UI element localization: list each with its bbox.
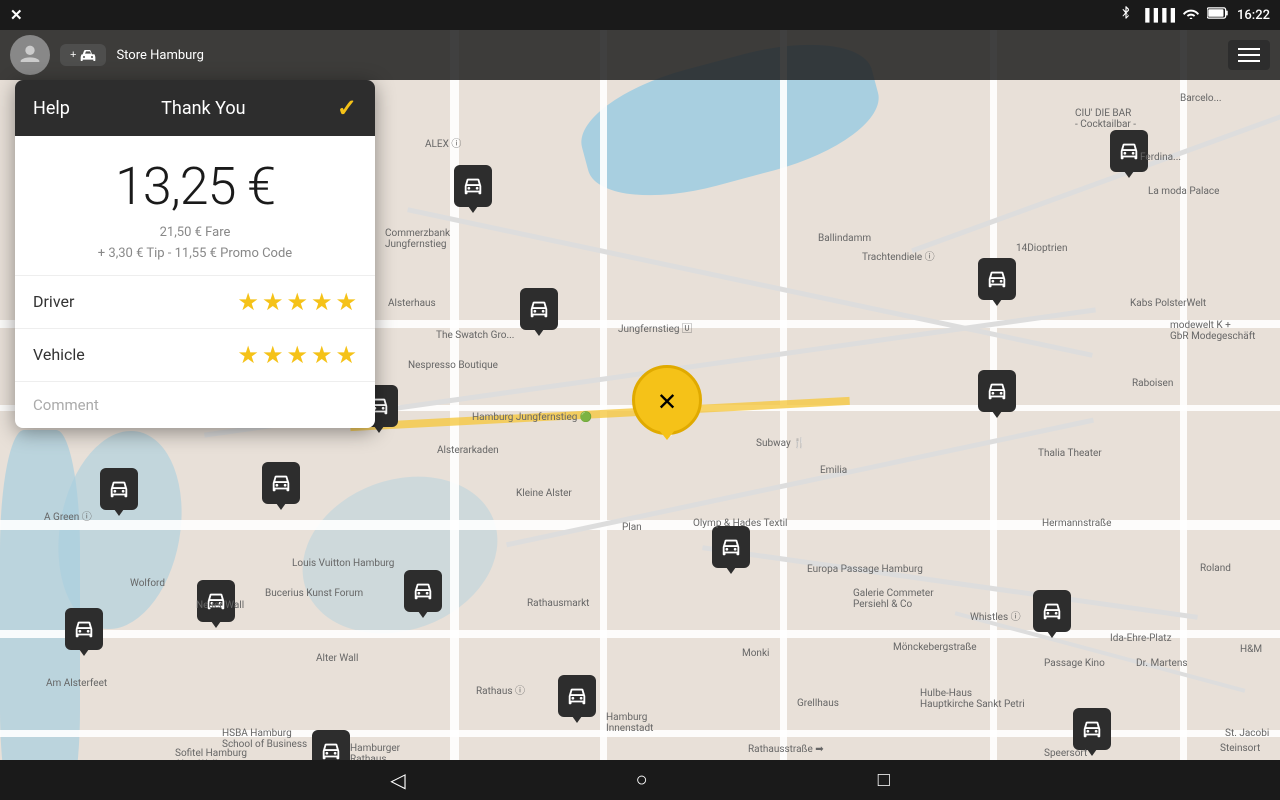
map-label-steinsort: Steinsort xyxy=(1220,743,1260,754)
taxi-marker-8[interactable] xyxy=(197,580,235,622)
hamburger-menu-button[interactable] xyxy=(1228,40,1270,70)
map-label-thalia: Thalia Theater xyxy=(1038,448,1102,459)
map-label-grellhaus: Grellhaus xyxy=(797,698,839,709)
map-label-rathaus: Rathaus ⓘ xyxy=(476,682,525,697)
driver-star-2[interactable]: ★ xyxy=(262,288,284,316)
taxi-marker-4[interactable] xyxy=(1110,130,1148,172)
comment-field[interactable]: Comment xyxy=(15,382,375,428)
vehicle-star-3[interactable]: ★ xyxy=(286,341,308,369)
network-icon: ▐▐▐▐ xyxy=(1141,8,1175,22)
store-name-label: Store Hamburg xyxy=(116,48,203,63)
recents-button[interactable]: □ xyxy=(863,764,905,797)
thank-you-label: Thank You xyxy=(161,98,245,119)
taxi-marker-15[interactable] xyxy=(100,468,138,510)
taxi-marker-16[interactable] xyxy=(262,462,300,504)
map-label-ciu: CIU' DIE BAR- Cocktailbar - xyxy=(1075,108,1136,130)
vehicle-star-1[interactable]: ★ xyxy=(237,341,259,369)
taxi-marker-3[interactable] xyxy=(978,258,1016,300)
bluetooth-icon xyxy=(1119,6,1133,24)
checkmark-icon[interactable]: ✓ xyxy=(337,94,357,122)
map-label-hulbe: Hulbe-HausHauptkirche Sankt Petri xyxy=(920,688,1025,710)
wifi-icon xyxy=(1183,7,1199,23)
vehicle-label: Vehicle xyxy=(33,345,85,364)
fare-detail: 21,50 € Fare + 3,30 € Tip - 11,55 € Prom… xyxy=(33,223,357,265)
driver-stars[interactable]: ★ ★ ★ ★ ★ xyxy=(237,288,357,316)
vehicle-star-5[interactable]: ★ xyxy=(335,341,357,369)
help-label[interactable]: Help xyxy=(33,98,70,119)
taxi-marker-9[interactable] xyxy=(404,570,442,612)
taxi-marker-12[interactable] xyxy=(558,675,596,717)
top-bar: + Store Hamburg xyxy=(0,30,1280,80)
map-label-galerie: Galerie CommeterPersiehl & Co xyxy=(853,588,934,610)
fare-amount: 21,50 € Fare xyxy=(160,225,231,240)
map-label-passage-kino: Passage Kino xyxy=(1044,658,1105,669)
panel-header: Help Thank You ✓ xyxy=(15,80,375,136)
vehicle-rating-row[interactable]: Vehicle ★ ★ ★ ★ ★ xyxy=(15,329,375,382)
driver-star-3[interactable]: ★ xyxy=(286,288,308,316)
map-label-raboisen: Raboisen xyxy=(1132,378,1173,389)
taxi-marker-11[interactable] xyxy=(1033,590,1071,632)
taxi-marker-14[interactable] xyxy=(1073,708,1111,750)
taxi-marker-1[interactable] xyxy=(454,165,492,207)
map-label-monckeberg: Mönckebergstraße xyxy=(893,642,977,653)
taxi-marker-2[interactable] xyxy=(520,288,558,330)
map-label-hm: H&M xyxy=(1240,644,1262,655)
time-display: 16:22 xyxy=(1237,8,1270,23)
avatar[interactable] xyxy=(10,35,50,75)
driver-star-5[interactable]: ★ xyxy=(335,288,357,316)
add-car-button[interactable]: + xyxy=(60,44,106,66)
taxi-marker-6[interactable] xyxy=(712,526,750,568)
price-section: 13,25 € 21,50 € Fare + 3,30 € Tip - 11,5… xyxy=(15,136,375,276)
map-label-alsterhaus: Alsterhaus xyxy=(388,298,436,309)
nav-bar: ◁ ○ □ xyxy=(0,760,1280,800)
driver-rating-row[interactable]: Driver ★ ★ ★ ★ ★ xyxy=(15,276,375,329)
map-label-kleine-alster: Kleine Alster xyxy=(516,488,572,499)
vehicle-star-2[interactable]: ★ xyxy=(262,341,284,369)
map-label-swatch: The Swatch Gro... xyxy=(436,330,514,341)
map-label-ballindamm: Ballindamm xyxy=(818,233,871,244)
map-label-monki: Monki xyxy=(742,648,769,659)
price-display: 13,25 € xyxy=(33,156,357,217)
map-label-roland: Roland xyxy=(1200,563,1231,574)
taxi-marker-7[interactable] xyxy=(978,370,1016,412)
battery-icon xyxy=(1207,7,1229,23)
comment-placeholder: Comment xyxy=(33,396,99,414)
status-bar: ✕ ▐▐▐▐ 16:22 xyxy=(0,0,1280,30)
driver-star-4[interactable]: ★ xyxy=(311,288,333,316)
active-location-marker: ✕ xyxy=(632,365,702,435)
map-label-alsterarkaden: Alsterarkaden xyxy=(437,445,499,456)
map-label-rathausmarkt: Rathausmarkt xyxy=(527,598,589,609)
map-label-trachtendiele: Trachtendiele ⓘ xyxy=(862,248,935,263)
map-label-kabs: Kabs PolsterWelt xyxy=(1130,298,1206,309)
driver-label: Driver xyxy=(33,292,74,311)
driver-star-1[interactable]: ★ xyxy=(237,288,259,316)
promo-detail: + 3,30 € Tip - 11,55 € Promo Code xyxy=(98,246,292,261)
map-label-dioptrien: 14Dioptrien xyxy=(1016,243,1067,254)
app-icon: ✕ xyxy=(10,6,23,24)
map-label-alter-wall: Alter Wall xyxy=(316,653,358,664)
back-button[interactable]: ◁ xyxy=(375,763,420,798)
home-button[interactable]: ○ xyxy=(621,764,663,797)
map-label-commerzbank: CommerzbankJungfernstieg xyxy=(385,228,450,250)
rating-panel: Help Thank You ✓ 13,25 € 21,50 € Fare + … xyxy=(15,80,375,428)
vehicle-star-4[interactable]: ★ xyxy=(311,341,333,369)
taxi-marker-10[interactable] xyxy=(65,608,103,650)
vehicle-stars[interactable]: ★ ★ ★ ★ ★ xyxy=(237,341,357,369)
